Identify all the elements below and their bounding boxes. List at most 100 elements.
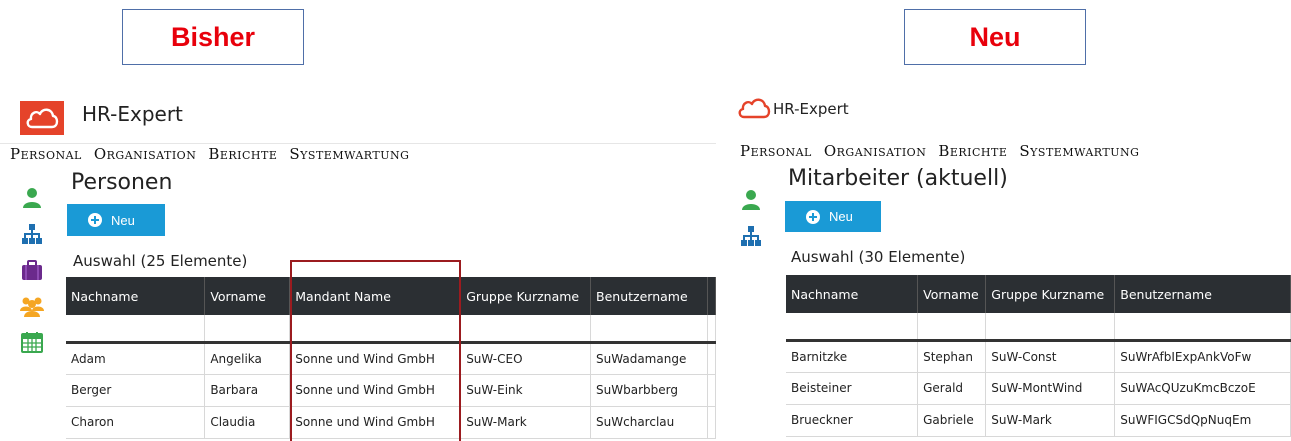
- org-chart-icon[interactable]: [20, 222, 44, 246]
- cell-gruppe: SuW-CEO: [460, 342, 592, 375]
- label-bisher: Bisher: [122, 9, 304, 65]
- main-menu: Personal Organisation Berichte Systemwar…: [722, 142, 1291, 162]
- menu-organisation[interactable]: Organisation: [94, 145, 196, 165]
- new-button-label: Neu: [829, 209, 853, 224]
- app-title: HR-Expert: [82, 102, 183, 126]
- cell-benutzername: SuWrAfbIExpAnkVoFw: [1114, 340, 1291, 373]
- old-app-panel: HR-Expert Personal Organisation Berichte…: [0, 86, 716, 441]
- cell-nachname: Barnitzke: [786, 340, 919, 373]
- menu-berichte[interactable]: Berichte: [208, 145, 277, 165]
- org-chart-icon[interactable]: [739, 224, 763, 248]
- cell-vorname: Stephan: [917, 340, 987, 373]
- filter-cell[interactable]: [917, 313, 987, 342]
- col-header-vorname[interactable]: Vorname: [204, 277, 291, 315]
- cell-vorname: Barbara: [204, 374, 291, 407]
- cell-overflow: [707, 342, 716, 375]
- col-header-nachname[interactable]: Nachname: [786, 275, 919, 313]
- cell-overflow: [707, 406, 716, 439]
- col-header-mandant[interactable]: Mandant Name: [289, 277, 462, 315]
- cell-vorname: Claudia: [204, 406, 291, 439]
- cell-mandant: Sonne und Wind GmbH: [289, 342, 462, 375]
- briefcase-icon[interactable]: [20, 258, 44, 282]
- filter-cell: [707, 315, 716, 344]
- cell-nachname: Berger: [66, 374, 206, 407]
- cell-gruppe: SuW-Mark: [460, 406, 592, 439]
- new-button[interactable]: Neu: [785, 201, 881, 232]
- persons-table: Nachname Vorname Mandant Name Gruppe Kur…: [66, 277, 716, 439]
- menu-organisation[interactable]: Organisation: [824, 142, 926, 162]
- cell-gruppe: SuW-Const: [985, 340, 1116, 373]
- label-neu: Neu: [904, 9, 1086, 65]
- filter-cell[interactable]: [460, 315, 592, 344]
- cell-gruppe: SuW-Eink: [460, 374, 592, 407]
- filter-cell[interactable]: [66, 315, 206, 344]
- table-header-row: Nachname Vorname Gruppe Kurzname Benutze…: [786, 275, 1291, 313]
- table-row[interactable]: Adam Angelika Sonne und Wind GmbH SuW-CE…: [66, 342, 716, 375]
- filter-cell[interactable]: [786, 313, 919, 342]
- col-header-gruppe[interactable]: Gruppe Kurzname: [985, 275, 1116, 313]
- filter-cell[interactable]: [289, 315, 462, 344]
- page-title: Personen: [71, 170, 173, 195]
- col-header-overflow: [707, 277, 716, 315]
- cell-gruppe: SuW-Mark: [985, 404, 1116, 437]
- plus-circle-icon: [806, 209, 820, 224]
- table-row[interactable]: Brueckner Gabriele SuW-Mark SuWFIGCSdQpN…: [786, 404, 1291, 437]
- col-header-vorname[interactable]: Vorname: [917, 275, 987, 313]
- filter-row: [786, 313, 1291, 342]
- cell-vorname: Angelika: [204, 342, 291, 375]
- cell-gruppe: SuW-MontWind: [985, 372, 1116, 405]
- main-menu: Personal Organisation Berichte Systemwar…: [0, 145, 716, 165]
- filter-cell[interactable]: [985, 313, 1116, 342]
- menu-personal[interactable]: Personal: [740, 142, 812, 162]
- filter-cell[interactable]: [204, 315, 291, 344]
- new-app-panel: HR-Expert Personal Organisation Berichte…: [722, 86, 1291, 441]
- col-header-nachname[interactable]: Nachname: [66, 277, 206, 315]
- app-header: HR-Expert: [722, 86, 1291, 144]
- employees-table: Nachname Vorname Gruppe Kurzname Benutze…: [786, 275, 1291, 437]
- cell-benutzername: SuWadamange: [590, 342, 708, 375]
- plus-circle-icon: [88, 213, 102, 227]
- menu-berichte[interactable]: Berichte: [938, 142, 1007, 162]
- page-title: Mitarbeiter (aktuell): [788, 166, 1008, 191]
- cell-overflow: [707, 374, 716, 407]
- menu-personal[interactable]: Personal: [10, 145, 82, 165]
- menu-systemwartung[interactable]: Systemwartung: [1019, 142, 1139, 162]
- cell-nachname: Beisteiner: [786, 372, 919, 405]
- filter-cell[interactable]: [1114, 313, 1291, 342]
- side-icon-bar: [10, 186, 54, 354]
- cloud-logo-icon: [738, 98, 771, 119]
- cloud-logo-icon: [20, 101, 64, 135]
- table-row[interactable]: Beisteiner Gerald SuW-MontWind SuWAcQUzu…: [786, 372, 1291, 405]
- cell-mandant: Sonne und Wind GmbH: [289, 374, 462, 407]
- cell-benutzername: SuWbarbberg: [590, 374, 708, 407]
- app-title: HR-Expert: [773, 100, 849, 118]
- cell-nachname: Charon: [66, 406, 206, 439]
- cell-vorname: Gabriele: [917, 404, 987, 437]
- cell-mandant: Sonne und Wind GmbH: [289, 406, 462, 439]
- selection-count: Auswahl (25 Elemente): [73, 252, 248, 270]
- col-header-benutzername[interactable]: Benutzername: [1114, 275, 1291, 313]
- table-row[interactable]: Berger Barbara Sonne und Wind GmbH SuW-E…: [66, 374, 716, 407]
- col-header-gruppe[interactable]: Gruppe Kurzname: [460, 277, 592, 315]
- cell-benutzername: SuWcharclau: [590, 406, 708, 439]
- cell-nachname: Adam: [66, 342, 206, 375]
- new-button-label: Neu: [111, 212, 135, 228]
- table-row[interactable]: Charon Claudia Sonne und Wind GmbH SuW-M…: [66, 406, 716, 439]
- menu-systemwartung[interactable]: Systemwartung: [289, 145, 409, 165]
- filter-cell[interactable]: [590, 315, 708, 344]
- group-icon[interactable]: [20, 294, 44, 318]
- table-row[interactable]: Barnitzke Stephan SuW-Const SuWrAfbIExpA…: [786, 340, 1291, 373]
- cell-benutzername: SuWFIGCSdQpNuqEm: [1114, 404, 1291, 437]
- calendar-icon[interactable]: [20, 330, 44, 354]
- app-header: HR-Expert: [0, 86, 716, 144]
- new-button[interactable]: Neu: [67, 204, 165, 236]
- table-header-row: Nachname Vorname Mandant Name Gruppe Kur…: [66, 277, 716, 315]
- selection-count: Auswahl (30 Elemente): [791, 248, 966, 266]
- person-icon[interactable]: [20, 186, 44, 210]
- cell-benutzername: SuWAcQUzuKmcBczoE: [1114, 372, 1291, 405]
- col-header-benutzername[interactable]: Benutzername: [590, 277, 708, 315]
- cell-nachname: Brueckner: [786, 404, 919, 437]
- person-icon[interactable]: [739, 188, 763, 212]
- side-icon-bar: [732, 188, 770, 248]
- cell-vorname: Gerald: [917, 372, 987, 405]
